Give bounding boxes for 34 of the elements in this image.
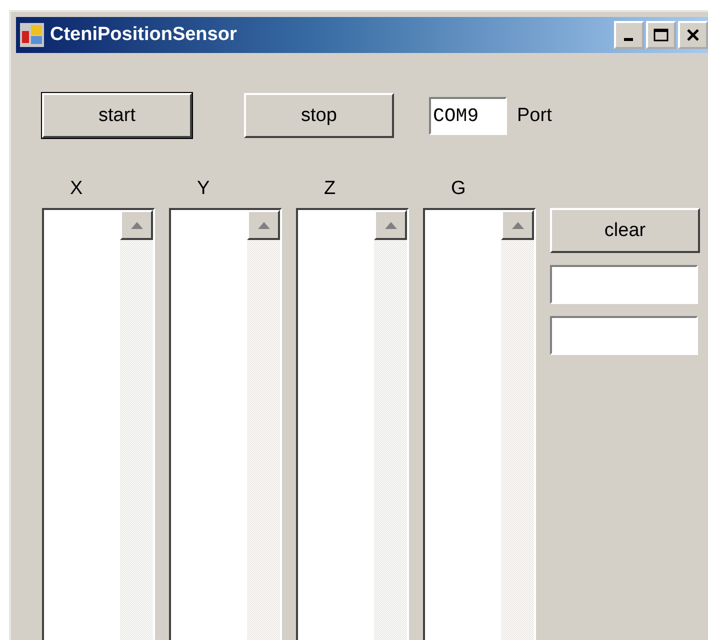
up-arrow-icon xyxy=(384,222,396,228)
maximize-icon[interactable] xyxy=(653,28,669,42)
up-arrow-icon xyxy=(258,222,270,228)
scroll-up-button[interactable] xyxy=(120,210,153,240)
scroll-up-button[interactable] xyxy=(374,210,407,240)
scrollbar-track[interactable] xyxy=(501,210,534,640)
port-field[interactable]: COM9 xyxy=(429,96,507,134)
start-button[interactable]: start xyxy=(42,93,192,138)
scroll-up-button[interactable] xyxy=(247,210,280,240)
close-icon[interactable] xyxy=(686,28,700,42)
port-label: Port xyxy=(517,104,552,126)
scrollbar-track[interactable] xyxy=(120,210,153,640)
window-title: CteniPositionSensor xyxy=(50,24,238,46)
up-arrow-icon xyxy=(130,222,142,228)
list-box[interactable] xyxy=(42,208,155,640)
scroll-up-button[interactable] xyxy=(501,210,534,240)
column-label: G xyxy=(450,178,467,201)
column-label: Z xyxy=(323,178,337,201)
clear-button[interactable]: clear xyxy=(550,208,700,253)
stop-button[interactable]: stop xyxy=(244,93,394,138)
list-box[interactable] xyxy=(169,208,282,640)
scrollbar-track[interactable] xyxy=(374,210,407,640)
column-label: X xyxy=(69,178,84,201)
scrollbar-track[interactable] xyxy=(247,210,280,640)
text-field[interactable] xyxy=(550,316,698,355)
minimize-button[interactable] xyxy=(614,21,644,49)
list-box[interactable] xyxy=(296,208,409,640)
text-field[interactable] xyxy=(550,265,698,304)
list-box[interactable] xyxy=(423,208,536,640)
column-label: Y xyxy=(196,178,211,201)
up-arrow-icon xyxy=(512,222,524,228)
app-icon xyxy=(20,23,44,47)
maximize-button[interactable] xyxy=(646,21,676,49)
close-button[interactable] xyxy=(678,21,708,49)
